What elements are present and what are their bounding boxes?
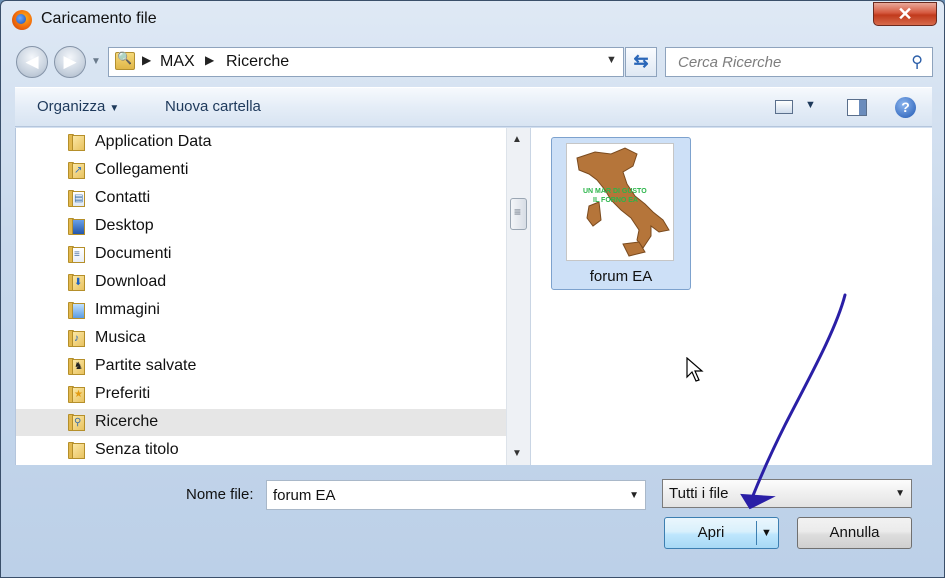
new-folder-button[interactable]: Nuova cartella bbox=[165, 98, 261, 115]
sidebar-item-label: Preferiti bbox=[95, 385, 151, 402]
sidebar-item-musica[interactable]: ♪ Musica bbox=[16, 325, 506, 352]
scroll-up-arrow-icon[interactable]: ▲ bbox=[512, 134, 522, 145]
cancel-button[interactable]: Annulla bbox=[797, 517, 912, 549]
file-type-filter-select[interactable]: Tutti i file ▼ bbox=[662, 479, 912, 508]
thumbnail-caption-line: IL FORNO EA bbox=[593, 197, 638, 204]
file-type-filter-value: Tutti i file bbox=[669, 485, 729, 502]
navigation-bar: ◀ ▶ ▼ ▶ MAX ▶ Ricerche ▼ ⇆ Cerca Ricerch… bbox=[1, 41, 944, 83]
file-thumbnail: UN MAR DI GUSTO IL FORNO EA bbox=[566, 143, 674, 261]
search-icon[interactable]: ⚲ bbox=[911, 52, 923, 72]
split-divider bbox=[756, 521, 757, 545]
saved-games-folder-icon: ♞ bbox=[68, 358, 86, 375]
open-button[interactable]: Apri ▼ bbox=[664, 517, 779, 549]
refresh-button[interactable]: ⇆ bbox=[625, 47, 657, 77]
sidebar-item-ricerche[interactable]: ⚲ Ricerche bbox=[16, 409, 506, 436]
sidebar-item-label: Download bbox=[95, 273, 167, 290]
file-list-pane: UN MAR DI GUSTO IL FORNO EA forum EA bbox=[530, 128, 932, 465]
open-options-arrow-icon[interactable]: ▼ bbox=[761, 518, 772, 548]
arrow-right-icon: ▶ bbox=[63, 52, 77, 71]
refresh-icon: ⇆ bbox=[633, 51, 649, 71]
sidebar-item-collegamenti[interactable]: ↗ Collegamenti bbox=[16, 157, 506, 184]
sidebar-item-label: Desktop bbox=[95, 217, 154, 234]
pictures-folder-icon bbox=[68, 302, 86, 319]
sidebar-item-senza-titolo[interactable]: Senza titolo bbox=[16, 437, 506, 464]
help-icon[interactable]: ? bbox=[895, 97, 916, 118]
dialog-footer: Nome file: forum EA ▼ Tutti i file ▼ Apr… bbox=[1, 467, 944, 577]
arrow-left-icon: ◀ bbox=[25, 52, 39, 71]
sidebar-item-label: Collegamenti bbox=[95, 161, 189, 178]
thumbnail-caption-line: UN MAR DI GUSTO bbox=[583, 188, 647, 195]
music-folder-icon: ♪ bbox=[68, 330, 86, 347]
sidebar-item-label: Contatti bbox=[95, 189, 151, 206]
mouse-pointer-icon bbox=[686, 357, 704, 382]
breadcrumb-separator-icon[interactable]: ▶ bbox=[205, 53, 214, 67]
sidebar-item-label: Immagini bbox=[95, 301, 160, 318]
file-item-forum-ea[interactable]: UN MAR DI GUSTO IL FORNO EA forum EA bbox=[551, 137, 691, 290]
file-upload-dialog: Caricamento file ✕ ◀ ▶ ▼ ▶ MAX ▶ Ricerch… bbox=[0, 0, 945, 578]
favorites-folder-icon: ★ bbox=[68, 386, 86, 403]
firefox-icon bbox=[12, 10, 32, 30]
navigation-pane-scrollbar[interactable]: ▲ ▼ bbox=[506, 128, 530, 465]
chevron-down-icon: ▼ bbox=[895, 488, 905, 499]
command-bar: Organizza ▼ Nuova cartella ▼ ? bbox=[15, 87, 932, 127]
desktop-folder-icon bbox=[68, 218, 86, 235]
breadcrumb-max[interactable]: MAX bbox=[160, 53, 195, 71]
chevron-down-icon[interactable]: ▼ bbox=[606, 54, 617, 66]
downloads-folder-icon: ⬇ bbox=[68, 274, 86, 291]
breadcrumb-ricerche[interactable]: Ricerche bbox=[226, 53, 289, 71]
scrollbar-thumb[interactable] bbox=[510, 198, 527, 230]
links-folder-icon: ↗ bbox=[68, 162, 86, 179]
sidebar-item-download[interactable]: ⬇ Download bbox=[16, 269, 506, 296]
sidebar-item-partite-salvate[interactable]: ♞ Partite salvate bbox=[16, 353, 506, 380]
title-bar: Caricamento file ✕ bbox=[1, 1, 944, 37]
searches-folder-icon: ⚲ bbox=[68, 414, 86, 431]
documents-folder-icon: ≡ bbox=[68, 246, 86, 263]
file-name-label: forum EA bbox=[589, 268, 653, 285]
search-placeholder: Cerca Ricerche bbox=[678, 54, 782, 71]
sidebar-item-label: Senza titolo bbox=[95, 441, 179, 458]
sidebar-item-immagini[interactable]: Immagini bbox=[16, 297, 506, 324]
breadcrumb-separator-icon[interactable]: ▶ bbox=[142, 53, 151, 67]
sidebar-item-desktop[interactable]: Desktop bbox=[16, 213, 506, 240]
sidebar-item-label: Musica bbox=[95, 329, 146, 346]
organize-menu-button[interactable]: Organizza ▼ bbox=[37, 98, 119, 115]
search-input[interactable]: Cerca Ricerche ⚲ bbox=[665, 47, 933, 77]
back-button[interactable]: ◀ bbox=[16, 46, 48, 78]
sidebar-item-contatti[interactable]: ▤ Contatti bbox=[16, 185, 506, 212]
view-options-dropdown[interactable]: ▼ bbox=[805, 99, 816, 111]
filename-label: Nome file: bbox=[186, 486, 254, 503]
preview-pane-icon[interactable] bbox=[847, 99, 867, 116]
recent-locations-dropdown[interactable]: ▼ bbox=[91, 56, 101, 67]
sidebar-item-label: Partite salvate bbox=[95, 357, 197, 374]
navigation-pane: Application Data ↗ Collegamenti ▤ Contat… bbox=[15, 128, 530, 465]
sidebar-item-documenti[interactable]: ≡ Documenti bbox=[16, 241, 506, 268]
folder-icon bbox=[68, 134, 86, 151]
thumbnail-caption: UN MAR DI GUSTO IL FORNO EA bbox=[583, 187, 647, 205]
filename-input[interactable]: forum EA ▼ bbox=[266, 480, 646, 510]
sidebar-item-application-data[interactable]: Application Data bbox=[16, 129, 506, 156]
searches-folder-icon bbox=[115, 51, 135, 70]
folder-icon bbox=[68, 442, 86, 459]
chevron-down-icon[interactable]: ▼ bbox=[629, 490, 639, 501]
sidebar-item-label: Application Data bbox=[95, 133, 212, 150]
change-view-icon[interactable] bbox=[775, 100, 793, 114]
sidebar-item-label: Ricerche bbox=[95, 413, 159, 430]
organize-label: Organizza bbox=[37, 98, 106, 115]
contacts-folder-icon: ▤ bbox=[68, 190, 86, 207]
chevron-down-icon: ▼ bbox=[109, 103, 120, 114]
filename-value: forum EA bbox=[273, 487, 336, 504]
sidebar-item-label: Documenti bbox=[95, 245, 172, 262]
forward-button[interactable]: ▶ bbox=[54, 46, 86, 78]
sidebar-item-preferiti[interactable]: ★ Preferiti bbox=[16, 381, 506, 408]
scroll-down-arrow-icon[interactable]: ▼ bbox=[512, 448, 522, 459]
close-button[interactable]: ✕ bbox=[873, 2, 937, 26]
dialog-title: Caricamento file bbox=[41, 10, 157, 27]
address-bar[interactable]: ▶ MAX ▶ Ricerche ▼ bbox=[108, 47, 624, 77]
open-button-label: Apri bbox=[697, 524, 725, 541]
